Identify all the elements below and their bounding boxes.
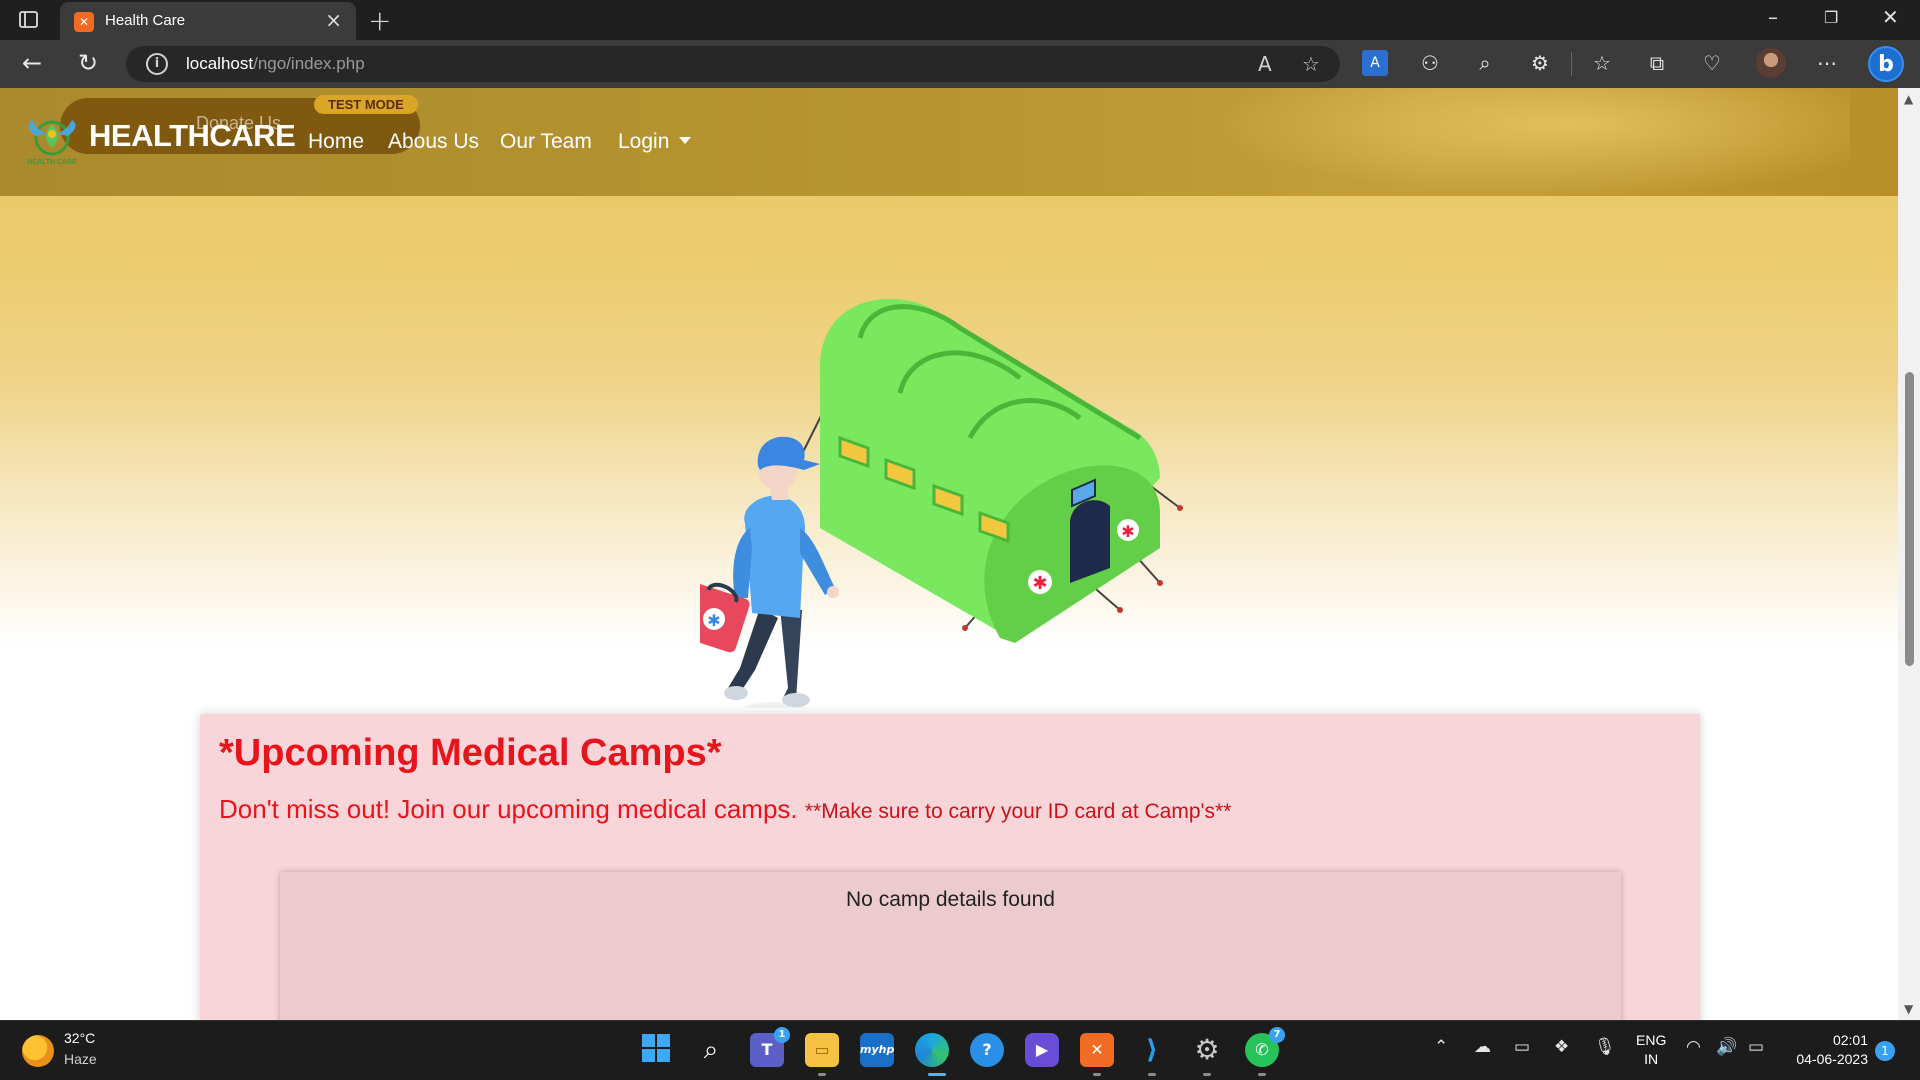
file-explorer-icon[interactable]: ▭: [805, 1033, 839, 1067]
start-icon[interactable]: [639, 1033, 673, 1067]
extension-icon[interactable]: ⚇: [1417, 50, 1443, 76]
running-indicator: [1258, 1073, 1266, 1076]
tab-actions-icon[interactable]: [18, 10, 40, 30]
active-app-indicator: [928, 1073, 946, 1076]
profile-avatar[interactable]: [1756, 48, 1786, 78]
bing-copilot-icon[interactable]: b: [1868, 46, 1904, 82]
minimize-icon[interactable]: –: [1768, 5, 1778, 29]
toolbar-separator: [1571, 52, 1572, 76]
language-indicator[interactable]: ENG IN: [1636, 1031, 1666, 1069]
windows-taskbar: 32°C Haze ⌕ T1 ▭ myhp ? ▶ ✕ ⟩ ⚙ ✆ 7 ⌃ ☁ ▭…: [0, 1020, 1920, 1080]
volume-icon[interactable]: 🔊: [1716, 1037, 1737, 1057]
close-tab-icon[interactable]: ×: [325, 8, 342, 32]
battery-icon[interactable]: ▭: [1748, 1037, 1764, 1057]
page-scrollbar[interactable]: ▲ ▼: [1898, 88, 1920, 1020]
svg-text:✱: ✱: [1121, 522, 1134, 541]
vscode-icon[interactable]: ⟩: [1135, 1033, 1169, 1067]
notification-badge[interactable]: 1: [1875, 1041, 1895, 1061]
running-indicator: [1093, 1073, 1101, 1076]
region-code: IN: [1644, 1051, 1659, 1067]
settings-icon[interactable]: ⚙: [1190, 1033, 1224, 1067]
url-text[interactable]: localhost/ngo/index.php: [186, 54, 365, 74]
brand-name[interactable]: HEALTHCARE: [89, 118, 296, 154]
svg-text:✱: ✱: [1032, 573, 1047, 594]
healthcare-logo[interactable]: HEALTH CARE: [22, 114, 82, 168]
dropbox-icon[interactable]: ❖: [1554, 1037, 1569, 1057]
logo-text: HEALTH CARE: [27, 159, 77, 166]
teams-icon[interactable]: T1: [750, 1027, 790, 1067]
onedrive-icon[interactable]: ☁: [1474, 1037, 1491, 1057]
svg-text:✱: ✱: [707, 611, 720, 630]
camps-subtitle-text: Don't miss out! Join our upcoming medica…: [219, 794, 798, 824]
restore-icon[interactable]: ❐: [1824, 8, 1838, 27]
weather-haze-icon[interactable]: [22, 1035, 54, 1067]
scroll-thumb[interactable]: [1905, 372, 1914, 666]
medical-camp-illustration: ✱ ✱ ✱: [700, 298, 1183, 708]
weather-temperature[interactable]: 32°C: [64, 1030, 95, 1046]
back-icon[interactable]: ←: [22, 49, 42, 77]
search-icon[interactable]: ⌕: [694, 1033, 728, 1067]
camp-details-card: No camp details found: [280, 872, 1621, 1020]
nav-login-dropdown[interactable]: Login: [618, 130, 692, 154]
running-indicator: [1148, 1073, 1156, 1076]
web-page: Donate Us TEST MODE HEALTH CARE HEALTHCA…: [0, 88, 1898, 1020]
navbar-decoration: [1150, 88, 1850, 208]
camps-id-note: **Make sure to carry your ID card at Cam…: [804, 800, 1232, 823]
edge-icon[interactable]: [915, 1033, 949, 1067]
nav-team-link[interactable]: Our Team: [500, 130, 592, 154]
more-options-icon[interactable]: ⋯: [1814, 50, 1840, 76]
new-tab-icon[interactable]: +: [368, 4, 391, 37]
screenshot-icon[interactable]: ⌕: [1472, 50, 1498, 76]
favorites-icon[interactable]: ☆: [1589, 50, 1615, 76]
myhp-icon[interactable]: myhp: [860, 1033, 894, 1067]
browser-toolbar: ← ↻ i localhost/ngo/index.php A ☆ A ⚇ ⌕ …: [0, 40, 1920, 88]
scroll-up-icon[interactable]: ▲: [1904, 92, 1913, 106]
upcoming-camps-section: *Upcoming Medical Camps* Don't miss out!…: [200, 714, 1700, 1020]
url-path: /ngo/index.php: [253, 54, 365, 73]
camps-title: *Upcoming Medical Camps*: [219, 732, 722, 774]
collections-icon[interactable]: ⧉: [1644, 50, 1670, 76]
system-clock[interactable]: 02:01 04-06-2023: [1788, 1031, 1868, 1069]
browser-tab-strip: ✕ Health Care × + – ❐ ✕: [0, 0, 1920, 40]
copilot-icon[interactable]: ▶: [1025, 1033, 1059, 1067]
wifi-icon[interactable]: ◠: [1686, 1037, 1701, 1057]
lang-code: ENG: [1636, 1032, 1667, 1048]
weather-description[interactable]: Haze: [64, 1051, 97, 1067]
help-icon[interactable]: ?: [970, 1033, 1004, 1067]
clock-time: 02:01: [1832, 1032, 1868, 1048]
tab-title: Health Care: [105, 12, 186, 29]
close-window-icon[interactable]: ✕: [1882, 5, 1899, 29]
nav-home-link[interactable]: Home: [308, 130, 364, 154]
microphone-icon[interactable]: 🎙: [1594, 1037, 1616, 1057]
nav-about-link[interactable]: Abous Us: [388, 130, 479, 154]
browser-essentials-icon[interactable]: ♡: [1699, 50, 1725, 76]
whatsapp-icon[interactable]: ✆ 7: [1245, 1027, 1285, 1067]
caret-down-icon: [679, 136, 692, 144]
url-host: localhost: [186, 54, 254, 73]
running-indicator: [1203, 1073, 1211, 1076]
login-label: Login: [618, 130, 670, 153]
refresh-icon[interactable]: ↻: [78, 49, 98, 77]
show-hidden-icons[interactable]: ⌃: [1434, 1037, 1448, 1057]
camps-subtitle: Don't miss out! Join our upcoming medica…: [219, 794, 1231, 825]
xampp-icon[interactable]: ✕: [1080, 1033, 1114, 1067]
scroll-down-icon[interactable]: ▼: [1904, 1002, 1913, 1016]
clock-date: 04-06-2023: [1796, 1051, 1868, 1067]
running-indicator: [818, 1073, 826, 1076]
extensions-icon[interactable]: ⚙: [1527, 50, 1553, 76]
site-info-icon[interactable]: i: [146, 53, 168, 75]
browser-tab[interactable]: ✕ Health Care ×: [60, 2, 356, 40]
xampp-favicon-icon: ✕: [74, 12, 94, 32]
add-favorite-icon[interactable]: ☆: [1302, 52, 1320, 76]
address-bar[interactable]: i localhost/ngo/index.php A ☆: [126, 46, 1340, 82]
translate-icon[interactable]: A: [1362, 50, 1388, 76]
teams-badge: 1: [774, 1027, 790, 1043]
test-mode-badge: TEST MODE: [314, 95, 418, 114]
read-aloud-icon[interactable]: A: [1258, 52, 1272, 76]
cast-icon[interactable]: ▭: [1514, 1037, 1530, 1057]
no-camps-message: No camp details found: [846, 888, 1055, 911]
site-navbar: Donate Us TEST MODE HEALTH CARE HEALTHCA…: [0, 88, 1898, 208]
whatsapp-badge: 7: [1269, 1027, 1285, 1043]
